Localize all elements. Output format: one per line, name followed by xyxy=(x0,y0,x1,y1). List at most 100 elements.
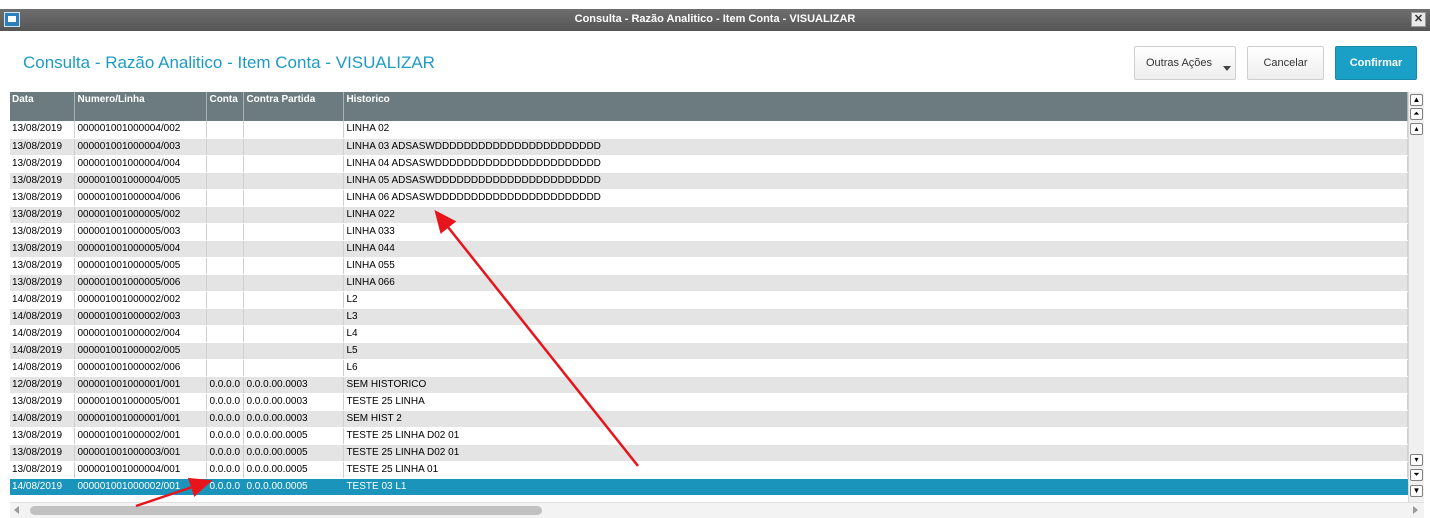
outras-acoes-button[interactable]: Outras Ações xyxy=(1134,46,1236,80)
cell-data: 13/08/2019 xyxy=(10,138,76,156)
cell-conta xyxy=(206,240,245,258)
table-row[interactable]: 13/08/2019 000001001000004/006 LINHA 06 AD… xyxy=(10,189,1408,207)
cell-numero-linha: 000001001000002/004 xyxy=(74,325,208,343)
table-row[interactable]: 13/08/2019 000001001000004/001 0.0.0.0 0.0.… xyxy=(10,461,1408,479)
cell-numero-linha: 000001001000004/003 xyxy=(74,138,208,156)
table-row[interactable]: 14/08/2019 000001001000002/006 L6 xyxy=(10,359,1408,377)
scroll-down-icon[interactable]: ▾ xyxy=(1410,454,1423,466)
cell-conta xyxy=(206,206,245,224)
data-grid: Data Numero/Linha Conta Contra Partida H… xyxy=(10,92,1408,502)
cell-contra-partida xyxy=(243,342,345,360)
cell-data: 13/08/2019 xyxy=(10,189,76,207)
cell-contra-partida xyxy=(243,308,345,326)
table-row[interactable]: 13/08/2019 000001001000005/002 LINHA 022 xyxy=(10,206,1408,224)
cell-numero-linha: 000001001000001/001 xyxy=(74,376,208,394)
cell-conta xyxy=(206,172,245,190)
cell-data: 13/08/2019 xyxy=(10,257,76,275)
table-row[interactable]: 13/08/2019 000001001000004/002 LINHA 02 xyxy=(10,121,1408,139)
cell-contra-partida: 0.0.0.00.0003 xyxy=(243,376,345,394)
table-row-selected[interactable]: 14/08/2019 000001001000002/001 0.0.0.0 0.0.… xyxy=(10,478,1408,496)
column-header-historico[interactable]: Historico xyxy=(343,92,1408,121)
table-row[interactable]: 13/08/2019 000001001000005/006 LINHA 066 xyxy=(10,274,1408,292)
table-row[interactable]: 14/08/2019 000001001000002/003 L3 xyxy=(10,308,1408,326)
cell-contra-partida xyxy=(243,206,345,224)
scroll-right-icon[interactable] xyxy=(1413,506,1418,514)
cell-numero-linha: 000001001000004/006 xyxy=(74,189,208,207)
cell-conta: 0.0.0.0 xyxy=(206,444,245,462)
cell-data: 13/08/2019 xyxy=(10,427,76,445)
scroll-left-icon[interactable] xyxy=(14,506,19,514)
close-icon[interactable]: ✕ xyxy=(1411,12,1426,27)
table-row[interactable]: 13/08/2019 000001001000005/003 LINHA 033 xyxy=(10,223,1408,241)
table-row[interactable]: 13/08/2019 000001001000004/003 LINHA 03 AD… xyxy=(10,138,1408,156)
cell-numero-linha: 000001001000005/005 xyxy=(74,257,208,275)
cell-numero-linha: 000001001000005/003 xyxy=(74,223,208,241)
column-header-data[interactable]: Data xyxy=(10,92,76,121)
table-row[interactable]: 13/08/2019 000001001000005/001 0.0.0.0 0.0.… xyxy=(10,393,1408,411)
cell-conta: 0.0.0.0 xyxy=(206,461,245,479)
cell-data: 14/08/2019 xyxy=(10,291,76,309)
cell-data: 13/08/2019 xyxy=(10,206,76,224)
scroll-up-icon[interactable]: ▴ xyxy=(1410,123,1423,135)
horizontal-scroll-thumb[interactable] xyxy=(30,506,542,515)
scroll-bottom-icon[interactable]: ▼ xyxy=(1410,485,1423,497)
table-row[interactable]: 13/08/2019 000001001000005/004 LINHA 044 xyxy=(10,240,1408,258)
cell-numero-linha: 000001001000004/002 xyxy=(74,121,208,139)
column-header-conta[interactable]: Conta xyxy=(206,92,245,121)
cell-historico: L4 xyxy=(343,325,1408,343)
cell-numero-linha: 000001001000002/006 xyxy=(74,359,208,377)
cell-numero-linha: 000001001000003/001 xyxy=(74,444,208,462)
cancel-button[interactable]: Cancelar xyxy=(1247,46,1324,80)
table-row[interactable]: 14/08/2019 000001001000002/004 L4 xyxy=(10,325,1408,343)
scroll-page-up-icon[interactable]: ⏶ xyxy=(1410,108,1423,120)
cell-numero-linha: 000001001000004/004 xyxy=(74,155,208,173)
page-header: Consulta - Razão Analitico - Item Conta … xyxy=(0,31,1430,92)
cell-historico: LINHA 033 xyxy=(343,223,1408,241)
cell-numero-linha: 000001001000005/006 xyxy=(74,274,208,292)
table-row[interactable]: 13/08/2019 000001001000004/004 LINHA 04 AD… xyxy=(10,155,1408,173)
cell-contra-partida xyxy=(243,257,345,275)
cell-historico: SEM HIST 2 xyxy=(343,410,1408,428)
confirm-button[interactable]: Confirmar xyxy=(1335,46,1417,80)
cell-conta xyxy=(206,223,245,241)
table-row[interactable]: 13/08/2019 000001001000003/001 0.0.0.0 0.0.… xyxy=(10,444,1408,462)
column-header-numero-linha[interactable]: Numero/Linha xyxy=(74,92,208,121)
table-row[interactable]: 13/08/2019 000001001000004/005 LINHA 05 AD… xyxy=(10,172,1408,190)
page-title: Consulta - Razão Analitico - Item Conta … xyxy=(23,53,435,72)
cell-data: 13/08/2019 xyxy=(10,223,76,241)
horizontal-scrollbar[interactable] xyxy=(10,502,1424,518)
cell-historico: L6 xyxy=(343,359,1408,377)
scroll-top-icon[interactable]: ▲ xyxy=(1410,94,1423,106)
table-row[interactable]: 12/08/2019 000001001000001/001 0.0.0.0 0.0.… xyxy=(10,376,1408,394)
cell-numero-linha: 000001001000002/005 xyxy=(74,342,208,360)
scroll-page-down-icon[interactable]: ⏷ xyxy=(1410,469,1423,481)
cell-numero-linha: 000001001000002/001 xyxy=(74,478,208,496)
cell-contra-partida: 0.0.0.00.0005 xyxy=(243,427,345,445)
table-row[interactable]: 13/08/2019 000001001000002/001 0.0.0.0 0.0.… xyxy=(10,427,1408,445)
cell-conta xyxy=(206,325,245,343)
cell-conta xyxy=(206,189,245,207)
table-row[interactable]: 14/08/2019 000001001000002/005 L5 xyxy=(10,342,1408,360)
cell-data: 13/08/2019 xyxy=(10,274,76,292)
grid-header-row: Data Numero/Linha Conta Contra Partida H… xyxy=(10,92,1408,121)
vertical-scrollbar[interactable]: ▲ ⏶ ▴ ▾ ⏷ ▼ xyxy=(1408,92,1424,502)
cell-historico: LINHA 022 xyxy=(343,206,1408,224)
cell-historico: LINHA 066 xyxy=(343,274,1408,292)
cell-data: 13/08/2019 xyxy=(10,121,76,139)
cell-contra-partida xyxy=(243,155,345,173)
cell-numero-linha: 000001001000005/004 xyxy=(74,240,208,258)
cell-historico: TESTE 25 LINHA D02 01 xyxy=(343,444,1408,462)
table-row[interactable]: 13/08/2019 000001001000005/005 LINHA 055 xyxy=(10,257,1408,275)
cell-contra-partida xyxy=(243,291,345,309)
cell-numero-linha: 000001001000002/003 xyxy=(74,308,208,326)
cell-contra-partida xyxy=(243,325,345,343)
column-header-contra-partida[interactable]: Contra Partida xyxy=(243,92,345,121)
cell-data: 12/08/2019 xyxy=(10,376,76,394)
cell-historico: LINHA 04 ADSASWDDDDDDDDDDDDDDDDDDDDDDD xyxy=(343,155,1408,173)
cell-conta xyxy=(206,274,245,292)
cell-data: 14/08/2019 xyxy=(10,308,76,326)
table-row[interactable]: 14/08/2019 000001001000001/001 0.0.0.0 0.0.… xyxy=(10,410,1408,428)
table-row[interactable]: 14/08/2019 000001001000002/002 L2 xyxy=(10,291,1408,309)
cell-contra-partida: 0.0.0.00.0005 xyxy=(243,444,345,462)
cell-data: 13/08/2019 xyxy=(10,444,76,462)
